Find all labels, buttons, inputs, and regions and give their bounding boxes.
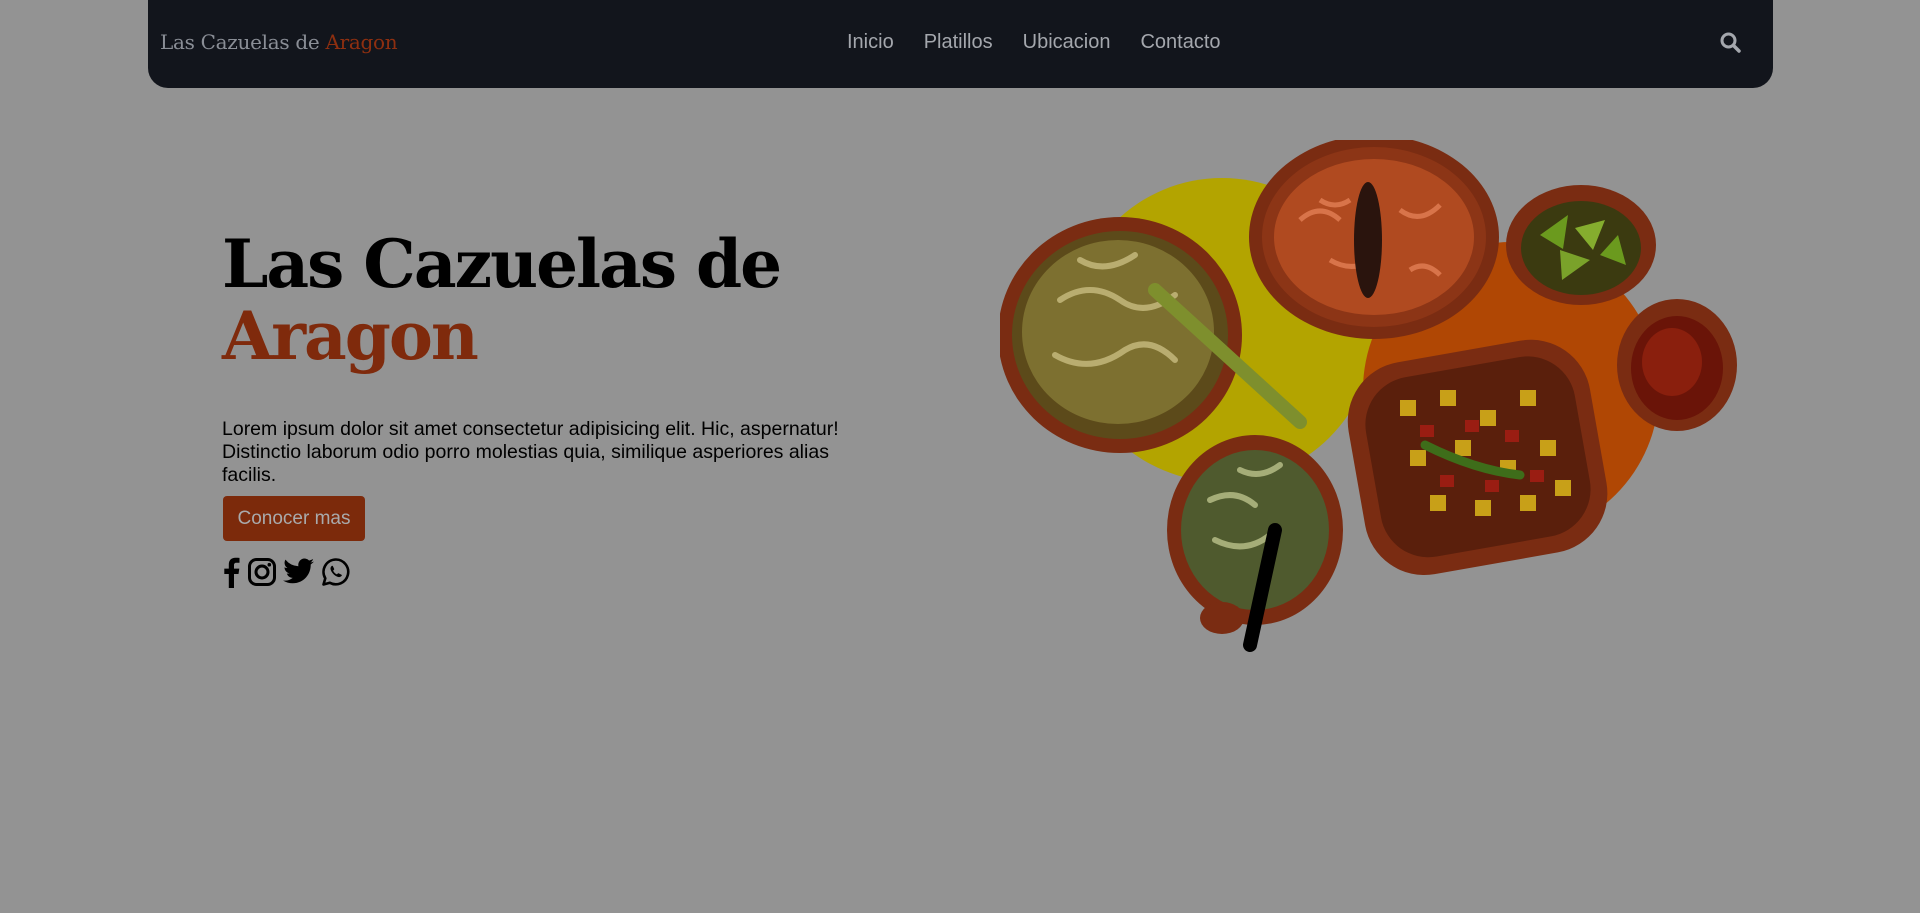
brand-logo[interactable]: Las Cazuelas de Aragon: [160, 30, 398, 54]
salsa-bowl: [1617, 299, 1737, 431]
whatsapp-icon[interactable]: [321, 557, 351, 592]
brand-accent: Aragon: [325, 30, 398, 54]
navbar: Las Cazuelas de Aragon Inicio Platillos …: [148, 0, 1773, 88]
nav-item-platillos[interactable]: Platillos: [924, 31, 993, 54]
nav-menu: Inicio Platillos Ubicacion Contacto: [847, 31, 1221, 54]
hero-title: Las Cazuelas de Aragon: [222, 225, 782, 375]
search-icon: [1720, 32, 1741, 53]
social-links: [221, 556, 351, 593]
facebook-icon[interactable]: [221, 556, 241, 593]
food-platter-illustration: [1000, 140, 1737, 652]
rajas-pot: [1167, 435, 1343, 652]
hero-title-accent: Aragon: [222, 297, 479, 375]
limes-bowl: [1506, 185, 1656, 305]
arroz-rojo-pot: [1249, 140, 1499, 339]
brand-name: Las Cazuelas de: [160, 30, 326, 54]
instagram-icon[interactable]: [247, 557, 277, 592]
hero-title-line1: Las Cazuelas de: [222, 225, 782, 303]
papas-chorizo-dish: [1347, 339, 1608, 576]
twitter-icon[interactable]: [283, 558, 315, 591]
nav-item-ubicacion[interactable]: Ubicacion: [1023, 31, 1111, 54]
conocer-mas-button[interactable]: Conocer mas: [223, 496, 365, 541]
search-button[interactable]: [1718, 30, 1744, 56]
hero-description: Lorem ipsum dolor sit amet consectetur a…: [222, 418, 839, 486]
nav-item-contacto[interactable]: Contacto: [1140, 31, 1220, 54]
nav-item-inicio[interactable]: Inicio: [847, 31, 894, 54]
